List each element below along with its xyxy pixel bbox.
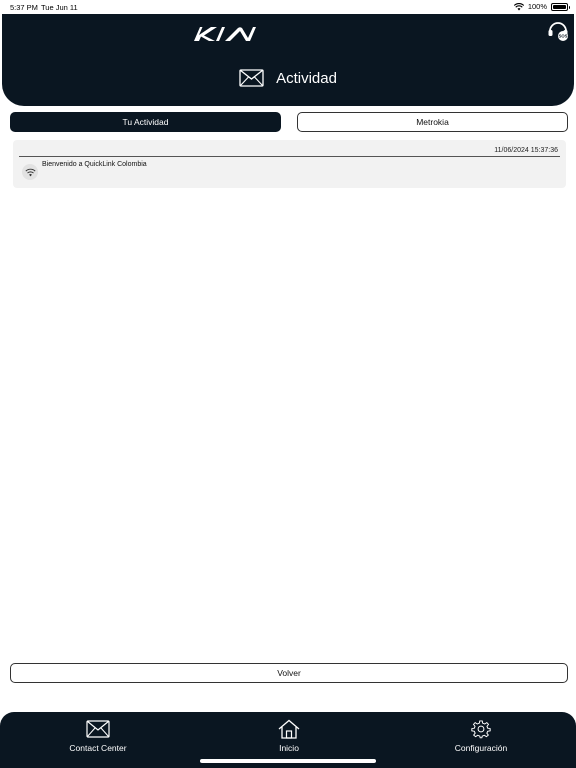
activity-message: Bienvenido a QuickLink Colombia — [42, 161, 147, 168]
volver-button[interactable]: Volver — [10, 663, 568, 683]
svg-text:SOS: SOS — [559, 34, 568, 39]
kia-logo — [194, 27, 256, 41]
activity-list: 11/06/2024 15:37:36 Bienvenido a QuickLi… — [13, 140, 566, 188]
envelope-icon — [86, 720, 110, 738]
sos-headset-icon[interactable]: SOS — [546, 18, 570, 42]
battery-icon — [551, 2, 570, 11]
wifi-icon — [22, 164, 38, 180]
activity-timestamp: 11/06/2024 15:37:36 — [494, 147, 558, 154]
nav-inicio[interactable]: Inicio — [229, 719, 349, 753]
nav-configuracion[interactable]: Configuración — [421, 719, 541, 753]
status-time: 5:37 PM — [10, 3, 38, 12]
activity-tabs: Tu Actividad Metrokia — [10, 112, 568, 132]
nav-inicio-label: Inicio — [279, 743, 299, 753]
battery-percent: 100% — [527, 2, 547, 11]
status-right: 100% — [513, 2, 570, 11]
nav-configuracion-label: Configuración — [454, 743, 508, 753]
tab-tu-actividad[interactable]: Tu Actividad — [10, 112, 281, 132]
status-date: Tue Jun 11 — [41, 3, 78, 12]
wifi-status-icon — [513, 2, 524, 10]
page-title: Actividad — [276, 69, 337, 87]
divider — [19, 156, 560, 157]
page-title-row: Actividad — [2, 66, 574, 90]
activity-item[interactable]: 11/06/2024 15:37:36 Bienvenido a QuickLi… — [13, 140, 566, 188]
nav-contact-center[interactable]: Contact Center — [38, 719, 158, 753]
tab-metrokia[interactable]: Metrokia — [297, 112, 568, 132]
status-bar: 5:37 PM Tue Jun 11 100% — [0, 0, 576, 14]
envelope-icon — [239, 69, 264, 87]
nav-contact-center-label: Contact Center — [69, 743, 127, 753]
app-header: SOS Actividad — [2, 14, 574, 106]
home-icon — [278, 719, 300, 739]
gear-icon — [471, 720, 491, 739]
home-indicator — [200, 759, 376, 763]
